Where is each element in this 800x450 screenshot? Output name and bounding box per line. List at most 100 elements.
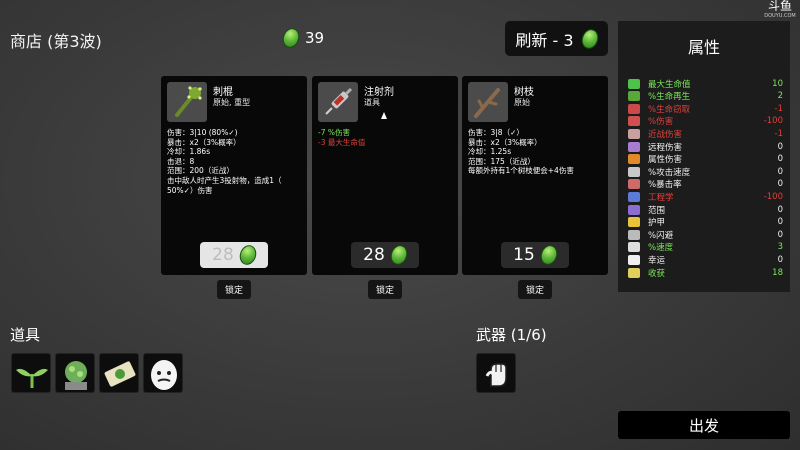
stat-row: %伤害 -100: [628, 115, 783, 128]
item-name: 注射剂: [364, 87, 394, 98]
engineering-icon: [628, 191, 640, 202]
item-slot-sprout[interactable]: [11, 353, 51, 393]
fist-icon: [485, 363, 507, 387]
shop-item-branch[interactable]: 树枝 原始 伤害：3|8（✓） 暴击：x2（3%概率） 冷却：1.25s 范围：…: [462, 76, 608, 275]
stat-line: 伤害：3|8（✓）: [468, 128, 524, 137]
range-icon: [628, 204, 640, 215]
item-name: 树枝: [514, 87, 534, 98]
stat-label: %闪避: [648, 230, 674, 241]
stat-value: -100: [763, 116, 783, 127]
shop-item-spiky-club[interactable]: 刺棍 原始, 重型 伤害：3|10 (80%✓) 暴击：x2（3%概率） 冷却：…: [161, 76, 307, 275]
item-slot-egg[interactable]: [143, 353, 183, 393]
stat-row: 收获 18: [628, 266, 783, 279]
item-type: 原始, 重型: [213, 98, 251, 107]
stat-label: %暴击率: [648, 180, 682, 191]
item-slot-brain[interactable]: [55, 353, 95, 393]
stat-value: 18: [772, 267, 783, 278]
armor-icon: [628, 217, 640, 228]
stat-line: -3 最大生命值: [318, 137, 366, 147]
stat-row: 属性伤害 0: [628, 153, 783, 166]
item-stats: 伤害：3|10 (80%✓) 暴击：x2（3%概率） 冷却：1.86s 击退：8…: [167, 128, 305, 195]
stat-value: 0: [777, 217, 783, 228]
buy-button[interactable]: 28: [351, 242, 419, 268]
material-icon: [236, 242, 259, 268]
stat-line: 击退：8: [167, 156, 195, 166]
material-icon: [537, 242, 560, 268]
attack-speed-icon: [628, 166, 640, 177]
item-stats: -7 %伤害 -3 最大生命值: [318, 128, 456, 147]
stat-label: 近战伤害: [648, 129, 683, 140]
materials-counter: 39: [280, 25, 325, 51]
crit-icon: [628, 179, 640, 190]
material-icon: [387, 242, 410, 268]
material-icon: [578, 26, 601, 51]
stat-row: 近战伤害 -1: [628, 127, 783, 140]
stat-value: 3: [777, 242, 783, 253]
item-type: 原始: [514, 98, 530, 107]
stat-line: 伤害：3|10 (80%✓): [167, 128, 238, 137]
spiky-club-icon: [167, 82, 207, 122]
stat-line: 冷却：1.86s: [167, 147, 211, 157]
banknote-icon: [104, 361, 136, 387]
item-type: 道具: [364, 98, 380, 107]
lock-button[interactable]: 锁定: [518, 280, 552, 299]
stat-value: 0: [777, 179, 783, 190]
melee-icon: [628, 128, 640, 139]
stat-label: %速度: [648, 243, 674, 254]
stat-row: %闪避 0: [628, 228, 783, 241]
stat-line: 击中敌人时产生3投射物，造成1（: [167, 175, 282, 185]
stat-label: 工程学: [648, 192, 674, 203]
stat-value: 0: [777, 204, 783, 215]
heart-icon: [628, 78, 640, 89]
lock-button[interactable]: 锁定: [217, 280, 251, 299]
stat-value: -100: [763, 191, 783, 202]
stat-value: -1: [774, 103, 783, 114]
shop-title: 商店 (第3波): [10, 32, 102, 51]
stat-line: 冷却：1.25s: [468, 147, 512, 157]
stats-title: 属性: [687, 38, 720, 57]
branch-icon: [468, 82, 508, 122]
stat-value: 0: [777, 141, 783, 152]
stat-value: 0: [777, 166, 783, 177]
elemental-icon: [628, 154, 640, 165]
price-value: 28: [212, 245, 234, 265]
weapon-slot-fist[interactable]: [476, 353, 516, 393]
stat-label: 属性伤害: [648, 155, 683, 166]
mouse-cursor-icon: [381, 112, 387, 119]
reroll-label: 刷新 - 3: [515, 30, 574, 50]
logo-glyph: 斗鱼: [767, 0, 792, 13]
stat-label: %生命再生: [648, 92, 691, 103]
stat-row: %生命窃取 -1: [628, 102, 783, 115]
dodge-icon: [628, 229, 640, 240]
lock-button[interactable]: 锁定: [368, 280, 402, 299]
materials-count: 39: [305, 29, 325, 47]
stat-value: 10: [772, 78, 783, 89]
buy-button[interactable]: 28: [200, 242, 268, 268]
logo-sub: DOUYU.COM: [764, 13, 796, 19]
regen-icon: [628, 91, 640, 102]
stat-label: 范围: [648, 205, 666, 216]
reroll-button[interactable]: 刷新 - 3: [505, 21, 608, 56]
go-button[interactable]: 出发: [618, 411, 790, 439]
items-section-label: 道具: [10, 326, 41, 344]
stat-value: 0: [777, 254, 783, 265]
buy-button[interactable]: 15: [501, 242, 569, 268]
stats-panel: 属性 最大生命值 10 %生命再生 2 %生命窃取 -1 %伤害 -100 近战伤害 -1 远程伤害…: [618, 21, 790, 292]
item-stats: 伤害：3|8（✓） 暴击：x2（3%概率） 冷却：1.25s 范围：175（近战…: [468, 128, 606, 176]
ranged-icon: [628, 141, 640, 152]
egg-face-icon: [151, 360, 177, 390]
harvest-icon: [628, 267, 640, 278]
stat-row: %暴击率 0: [628, 178, 783, 191]
stat-label: %攻击速度: [648, 167, 691, 178]
shop-item-injection[interactable]: 注射剂 道具 -7 %伤害 -3 最大生命值 28: [312, 76, 458, 275]
stat-row: %速度 3: [628, 241, 783, 254]
syringe-icon: [318, 82, 358, 122]
stat-row: 护甲 0: [628, 216, 783, 229]
sprout-icon: [16, 368, 48, 388]
item-slot-cash[interactable]: [99, 353, 139, 393]
stat-line: 每额外持有1个树枝便会+4伤害: [468, 166, 574, 176]
stat-row: 幸运 0: [628, 253, 783, 266]
stat-line: 范围：175（近战）: [468, 156, 535, 166]
stat-line: -7 %伤害: [318, 128, 350, 137]
price-value: 15: [513, 245, 535, 265]
